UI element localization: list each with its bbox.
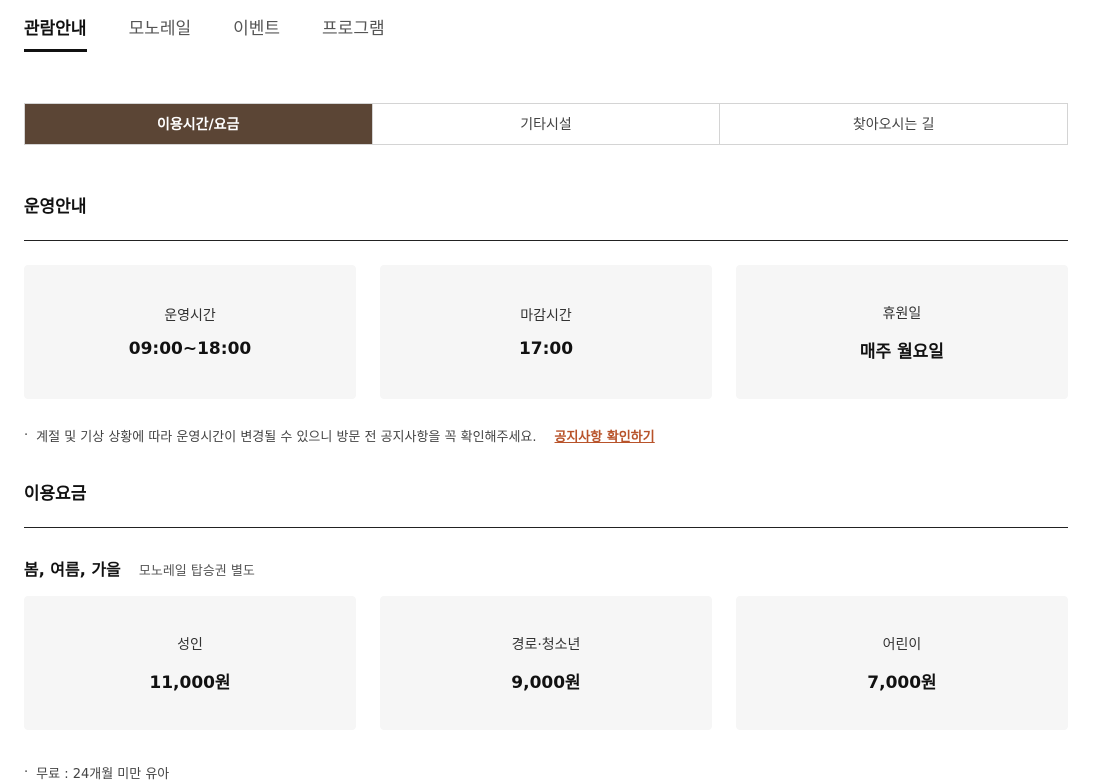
season-title: 봄, 여름, 가을 [24, 560, 121, 579]
bullet-dot: · [24, 428, 29, 443]
card-label: 운영시간 [164, 308, 216, 324]
card-value: 7,000원 [867, 672, 937, 693]
holiday-card: 휴원일 매주 월요일 [736, 265, 1068, 399]
card-label: 성인 [177, 636, 203, 653]
notice-link[interactable]: 공지사항 확인하기 [555, 426, 655, 445]
subtab-hours-fees[interactable]: 이용시간/요금 [25, 104, 372, 144]
operation-note-text: 계절 및 기상 상황에 따라 운영시간이 변경될 수 있으니 방문 전 공지사항… [36, 430, 537, 445]
top-tabs: 관람안내 모노레일 이벤트 프로그램 [24, 14, 385, 52]
tab-event[interactable]: 이벤트 [233, 14, 280, 52]
operation-section-title: 운영안내 [24, 197, 87, 217]
fees-section-title: 이용요금 [24, 484, 87, 504]
card-label: 어린이 [882, 636, 922, 653]
child-fee-card: 어린이 7,000원 [736, 596, 1068, 730]
tab-program[interactable]: 프로그램 [322, 14, 385, 52]
fees-note: · 무료 : 24개월 미만 유아 [24, 763, 169, 782]
fees-note-text: 무료 : 24개월 미만 유아 [36, 767, 170, 782]
bullet-dot: · [24, 765, 29, 780]
card-value: 11,000원 [149, 672, 231, 693]
card-value: 17:00 [518, 339, 574, 359]
fee-cards: 성인 11,000원 경로·청소년 9,000원 어린이 7,000원 [24, 596, 1068, 730]
card-label: 마감시간 [520, 308, 572, 324]
subtab-directions[interactable]: 찾아오시는 길 [719, 104, 1067, 144]
senior-youth-fee-card: 경로·청소년 9,000원 [380, 596, 712, 730]
hours-card: 운영시간 09:00~18:00 [24, 265, 356, 399]
closing-card: 마감시간 17:00 [380, 265, 712, 399]
card-value: 9,000원 [511, 672, 581, 693]
season-header: 봄, 여름, 가을 모노레일 탑승권 별도 [24, 556, 255, 580]
operation-divider [24, 240, 1068, 241]
adult-fee-card: 성인 11,000원 [24, 596, 356, 730]
tab-monorail[interactable]: 모노레일 [129, 14, 192, 52]
sub-tabs: 이용시간/요금 기타시설 찾아오시는 길 [24, 103, 1068, 145]
subtab-facilities[interactable]: 기타시설 [371, 104, 720, 144]
card-label: 경로·청소년 [511, 636, 581, 653]
tab-guide[interactable]: 관람안내 [24, 14, 87, 52]
operation-note: · 계절 및 기상 상황에 따라 운영시간이 변경될 수 있으니 방문 전 공지… [24, 426, 655, 445]
operation-cards: 운영시간 09:00~18:00 마감시간 17:00 휴원일 매주 월요일 [24, 265, 1068, 399]
card-label: 휴원일 [882, 305, 922, 322]
card-value: 매주 월요일 [859, 341, 945, 362]
card-value: 09:00~18:00 [128, 339, 252, 359]
season-subtitle: 모노레일 탑승권 별도 [138, 564, 255, 579]
fees-divider [24, 527, 1068, 528]
